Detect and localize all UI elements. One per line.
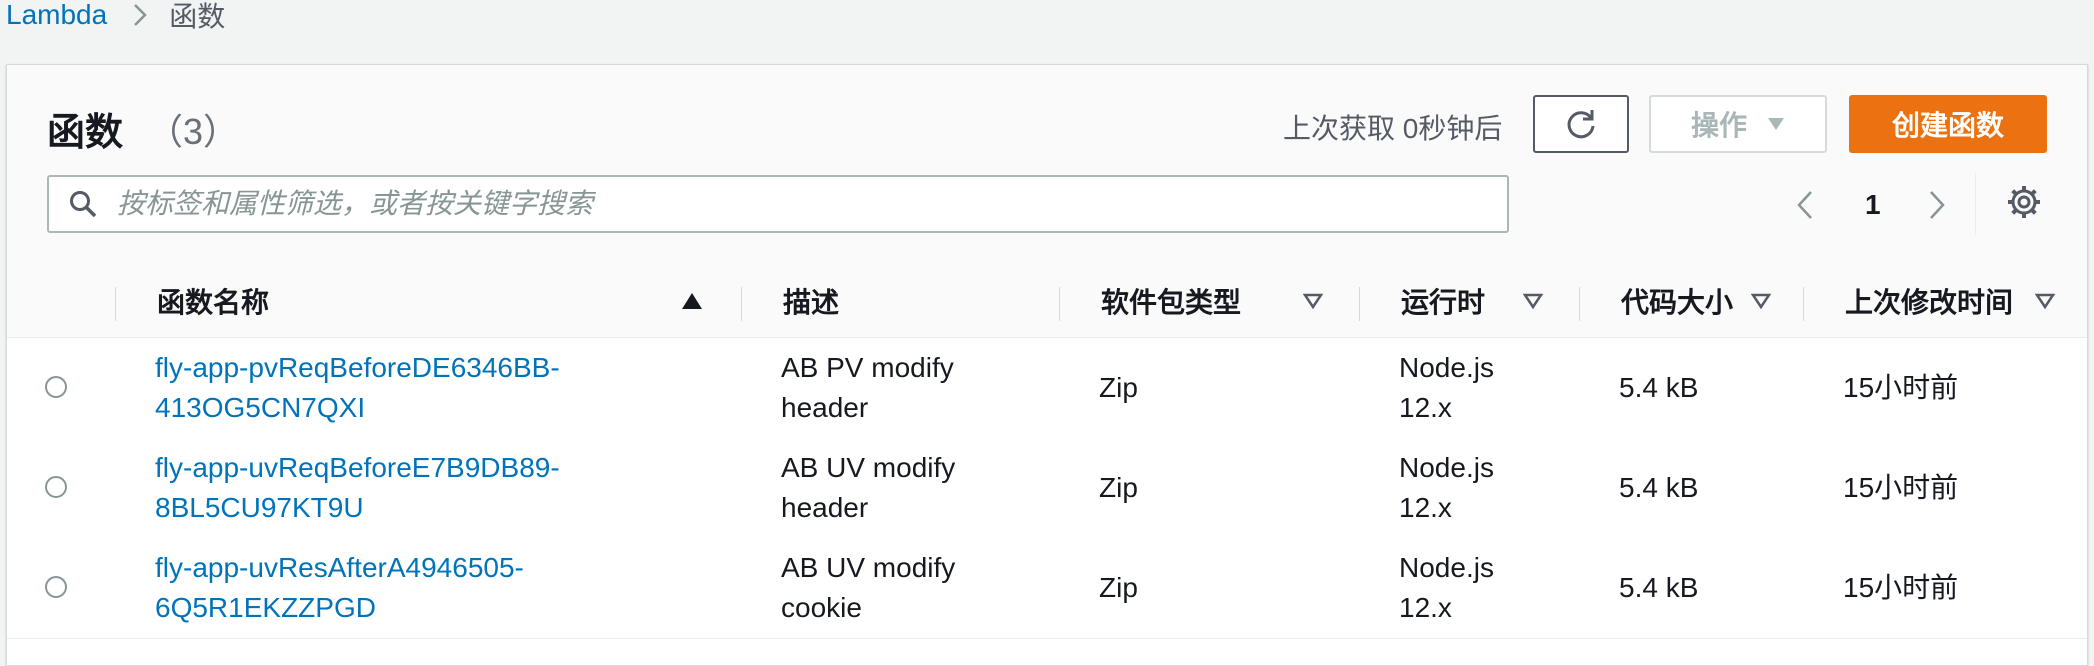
code-size: 5.4 kB xyxy=(1619,572,1699,603)
description-line: AB UV modify xyxy=(781,552,956,583)
breadcrumb: Lambda 函数 xyxy=(0,0,225,32)
last-fetch-status: 上次获取 0秒钟后 xyxy=(1283,113,1503,144)
caret-down-icon xyxy=(1768,118,1784,130)
runtime: Node.js 12.x xyxy=(1399,348,1494,428)
create-function-button[interactable]: 创建函数 xyxy=(1849,95,2047,153)
search-box xyxy=(47,175,1509,233)
next-page-button[interactable] xyxy=(1929,177,1945,233)
code-size: 5.4 kB xyxy=(1619,372,1699,403)
column-header-function-name[interactable]: 函数名称 xyxy=(157,265,269,337)
description-line: header xyxy=(781,492,869,523)
pager-divider xyxy=(1975,173,1976,235)
column-separator xyxy=(1059,287,1060,321)
chevron-right-icon xyxy=(1930,191,1945,219)
package-type: Zip xyxy=(1099,572,1138,603)
code-size: 5.4 kB xyxy=(1619,472,1699,503)
table-row[interactable]: fly-app-pvReqBeforeDE6346BB- 413OG5CN7QX… xyxy=(7,338,2087,439)
runtime-line: 12.x xyxy=(1399,492,1452,523)
column-header-package-type[interactable]: 软件包类型 xyxy=(1101,265,1241,337)
functions-panel: 函数 （3） 上次获取 0秒钟后 操作 创建函数 1 xyxy=(6,64,2088,666)
actions-dropdown-button[interactable]: 操作 xyxy=(1649,95,1827,153)
row-select-radio[interactable] xyxy=(45,576,67,598)
table-row[interactable]: fly-app-uvResAfterA4946505- 6Q5R1EKZZPGD… xyxy=(7,538,2087,639)
runtime: Node.js 12.x xyxy=(1399,448,1494,528)
column-label: 代码大小 xyxy=(1621,287,1734,318)
column-label: 描述 xyxy=(783,287,840,318)
package-type: Zip xyxy=(1099,372,1138,403)
function-description: AB PV modify header xyxy=(781,348,954,428)
sort-descending-icon[interactable] xyxy=(1751,265,1771,337)
description-line: AB UV modify xyxy=(781,452,956,483)
page-number[interactable]: 1 xyxy=(1865,177,1881,233)
sort-descending-icon[interactable] xyxy=(1523,265,1543,337)
column-header-runtime[interactable]: 运行时 xyxy=(1401,265,1485,337)
function-name-link[interactable]: fly-app-uvResAfterA4946505- 6Q5R1EKZZPGD xyxy=(155,548,524,628)
runtime-line: 12.x xyxy=(1399,392,1452,423)
runtime-line: Node.js xyxy=(1399,352,1494,383)
last-modified: 15小时前 xyxy=(1843,372,1959,403)
settings-gear-icon xyxy=(2008,186,2040,218)
search-input[interactable] xyxy=(115,187,1479,221)
previous-page-button[interactable] xyxy=(1797,177,1813,233)
table-row[interactable]: fly-app-uvReqBeforeE7B9DB89- 8BL5CU97KT9… xyxy=(7,438,2087,539)
runtime-line: Node.js xyxy=(1399,452,1494,483)
runtime-line: 12.x xyxy=(1399,592,1452,623)
function-name-link[interactable]: fly-app-uvReqBeforeE7B9DB89- 8BL5CU97KT9… xyxy=(155,448,560,528)
refresh-button[interactable] xyxy=(1533,95,1629,153)
column-header-code-size[interactable]: 代码大小 xyxy=(1621,265,1733,337)
row-select-radio[interactable] xyxy=(45,476,67,498)
page-title: 函数 xyxy=(47,112,124,154)
function-name-line[interactable]: fly-app-pvReqBeforeDE6346BB- xyxy=(155,348,560,388)
function-name-line[interactable]: 8BL5CU97KT9U xyxy=(155,488,560,528)
column-label: 软件包类型 xyxy=(1101,287,1242,318)
column-header-last-modified[interactable]: 上次修改时间 xyxy=(1845,265,2013,337)
chevron-right-icon xyxy=(133,3,147,27)
column-separator xyxy=(1803,287,1804,321)
column-separator xyxy=(741,287,742,321)
column-label: 运行时 xyxy=(1401,287,1486,318)
function-count: （3） xyxy=(147,111,240,152)
function-name-line[interactable]: fly-app-uvResAfterA4946505- xyxy=(155,548,524,588)
refresh-icon xyxy=(1567,110,1595,139)
last-modified: 15小时前 xyxy=(1843,472,1959,503)
sort-descending-icon[interactable] xyxy=(1303,265,1323,337)
search-icon xyxy=(70,191,97,218)
column-separator xyxy=(1579,287,1580,321)
column-header-description[interactable]: 描述 xyxy=(783,265,839,337)
runtime: Node.js 12.x xyxy=(1399,548,1494,628)
last-modified: 15小时前 xyxy=(1843,572,1959,603)
sort-ascending-icon[interactable] xyxy=(681,265,703,337)
column-separator xyxy=(115,287,116,321)
function-name-line[interactable]: 413OG5CN7QXI xyxy=(155,388,560,428)
table-header: 函数名称 描述 软件包类型 运行时 代码大小 上次修改时间 xyxy=(7,265,2087,338)
function-name-link[interactable]: fly-app-pvReqBeforeDE6346BB- 413OG5CN7QX… xyxy=(155,348,560,428)
actions-label: 操作 xyxy=(1690,110,1747,141)
function-name-line[interactable]: fly-app-uvReqBeforeE7B9DB89- xyxy=(155,448,560,488)
function-description: AB UV modify cookie xyxy=(781,548,955,628)
table-settings-button[interactable] xyxy=(2007,185,2041,224)
row-select-radio[interactable] xyxy=(45,376,67,398)
package-type: Zip xyxy=(1099,472,1138,503)
description-line: cookie xyxy=(781,592,862,623)
chevron-left-icon xyxy=(1797,191,1812,219)
description-line: header xyxy=(781,392,869,423)
runtime-line: Node.js xyxy=(1399,552,1494,583)
breadcrumb-current: 函数 xyxy=(169,1,226,32)
column-label: 函数名称 xyxy=(157,287,270,318)
function-name-line[interactable]: 6Q5R1EKZZPGD xyxy=(155,588,524,628)
column-label: 上次修改时间 xyxy=(1845,287,2014,318)
column-separator xyxy=(1359,287,1360,321)
breadcrumb-lambda-link[interactable]: Lambda xyxy=(6,0,107,31)
function-description: AB UV modify header xyxy=(781,448,955,528)
description-line: AB PV modify xyxy=(781,352,954,383)
sort-descending-icon[interactable] xyxy=(2035,265,2055,337)
